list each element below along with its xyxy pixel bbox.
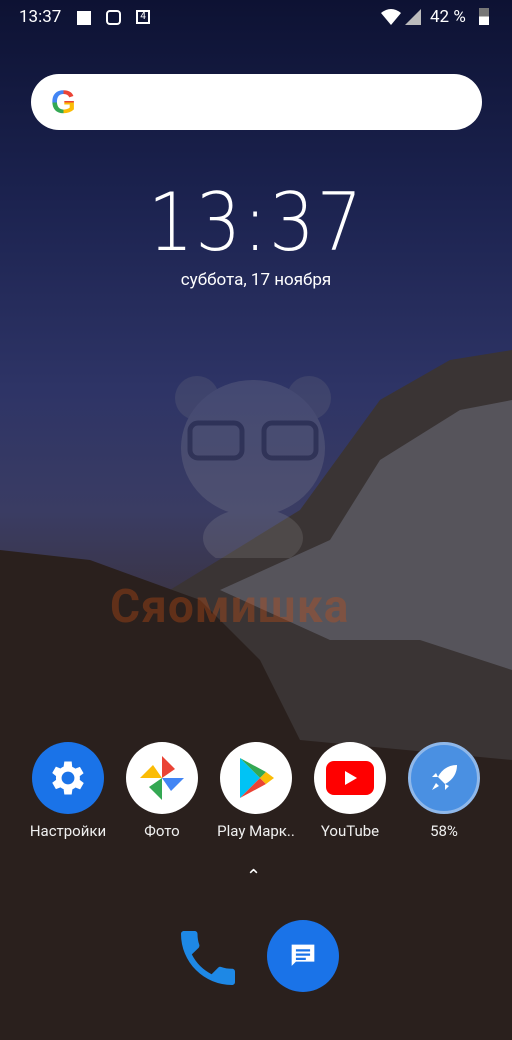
- app-label: Фото: [144, 822, 180, 840]
- google-photos-icon: [126, 742, 198, 814]
- battery-percent: 42 %: [430, 7, 466, 27]
- google-logo-icon: G: [51, 84, 76, 120]
- google-search-bar[interactable]: G: [31, 74, 482, 130]
- phone-icon[interactable]: [172, 922, 244, 994]
- clock-widget[interactable]: 13:37: [26, 176, 487, 269]
- app-label: YouTube: [320, 822, 380, 840]
- notification-4-icon: 4: [136, 10, 150, 24]
- messages-icon[interactable]: [267, 920, 339, 992]
- app-label: Настройки: [29, 822, 107, 840]
- settings-icon: [32, 742, 104, 814]
- app-label: 58%: [430, 822, 458, 840]
- status-bar: 13:37 4 42 %: [0, 0, 512, 34]
- wifi-icon: [381, 9, 401, 25]
- app-label: Play Марк..: [217, 822, 295, 840]
- signal-no-sim-icon: [405, 9, 421, 25]
- rocket-booster-icon: [408, 742, 480, 814]
- watermark-panda: [175, 376, 331, 558]
- instagram-icon: [106, 10, 121, 25]
- play-store-icon: [220, 742, 292, 814]
- gallery-icon: [77, 11, 91, 25]
- app-youtube[interactable]: YouTube: [302, 742, 398, 840]
- status-time: 13:37: [19, 7, 62, 27]
- app-booster[interactable]: 58%: [396, 742, 492, 840]
- battery-charging-icon: [479, 8, 489, 25]
- app-settings[interactable]: Настройки: [20, 742, 116, 840]
- watermark-text: Сяомишка: [110, 580, 350, 634]
- app-play-store[interactable]: Play Марк..: [208, 742, 304, 840]
- date-text[interactable]: суббота, 17 ноября: [0, 270, 512, 290]
- app-drawer-arrow-icon[interactable]: ⌃: [246, 866, 261, 887]
- youtube-icon: [314, 742, 386, 814]
- app-photos[interactable]: Фото: [114, 742, 210, 840]
